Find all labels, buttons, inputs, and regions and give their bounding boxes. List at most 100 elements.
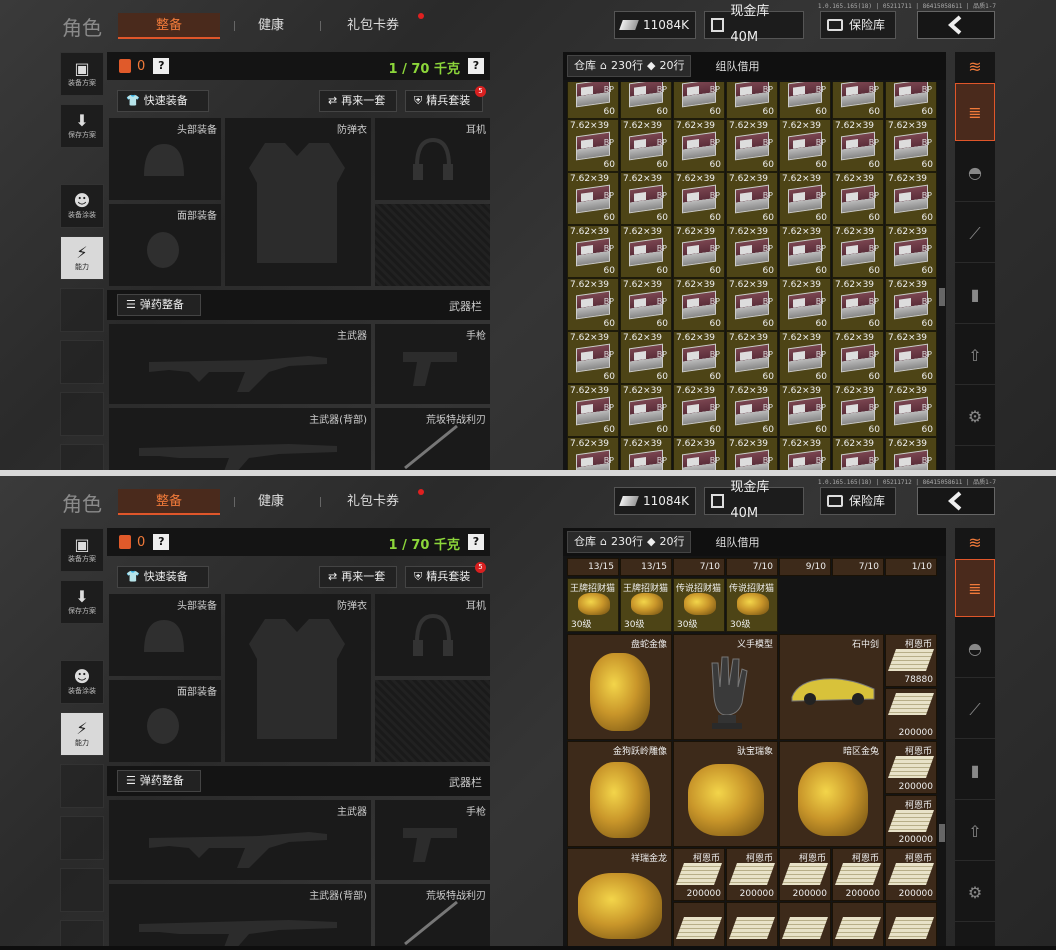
rail-stash[interactable]: ≣ [955, 83, 995, 141]
sidebar-item-paint[interactable]: ☻ 装备涂装 [60, 184, 104, 228]
ammo-item[interactable]: 7.62×39BP60 [832, 225, 884, 278]
ammo-item[interactable]: 7.62×39BP60 [673, 278, 725, 331]
tab-health[interactable]: 健康 [248, 489, 294, 515]
tab-prepare[interactable]: 整备 [118, 489, 220, 515]
safe-vault-button[interactable]: 保险库 [820, 487, 896, 515]
rail-bullet[interactable]: ⇧ [955, 327, 995, 385]
coin-item[interactable]: 柯恩币 200000 [885, 795, 937, 847]
ammo-item[interactable]: 7.62×39BP60 [779, 119, 831, 172]
ammo-item[interactable]: 7.62×39BP60 [620, 119, 672, 172]
tab-health[interactable]: 健康 [248, 13, 294, 39]
back-button[interactable] [917, 11, 995, 39]
ammo-item[interactable]: 7.62×39BP60 [620, 437, 672, 470]
money-display[interactable]: 11084K [614, 11, 696, 39]
ammo-item[interactable]: 7.62×39BP60 [567, 119, 619, 172]
stash-tab[interactable]: 仓库 ⌂ 230行 ◆ 20行 [567, 55, 692, 77]
sidebar-item-loadout[interactable]: ▣ 装备方案 [60, 528, 104, 572]
slot-face[interactable]: 面部装备 [109, 204, 221, 286]
lucky-cat-item[interactable]: 王牌招财猫 30级 [620, 578, 672, 632]
coin-item[interactable]: 柯恩币 200000 [885, 741, 937, 794]
ammo-item[interactable]: 7.62×39BP60 [779, 384, 831, 437]
rail-rifle[interactable]: ⟋ [955, 681, 995, 739]
ammo-item[interactable]: 7.62×39BP60 [673, 172, 725, 225]
slot-pistol[interactable]: 手枪 [375, 324, 490, 404]
statue-item[interactable]: 石中剑 [779, 634, 884, 740]
tab-gift-cards[interactable]: 礼包卡券 [340, 13, 406, 39]
coin-item[interactable]: 柯恩币 200000 [673, 848, 725, 901]
slot-vest[interactable]: 防弹衣 [225, 118, 371, 286]
rail-gear[interactable]: ⚙ [955, 388, 995, 446]
coin-item[interactable] [885, 902, 937, 946]
ammo-item[interactable]: 7.62×39BP60 [885, 172, 937, 225]
statue-item[interactable]: 盘蛇金像 [567, 634, 672, 740]
rail-helmet[interactable]: ◓ [955, 620, 995, 678]
coin-item[interactable]: 柯恩币 200000 [726, 848, 778, 901]
ammo-item[interactable]: 7.62×39BP60 [779, 172, 831, 225]
ammo-item[interactable]: 7.62×39BP60 [726, 172, 778, 225]
slot-melee[interactable]: 荒坂特战利刃 [375, 408, 490, 470]
coin-item[interactable]: 柯恩币 200000 [779, 848, 831, 901]
ammo-item[interactable]: 7.62×39BP60 [885, 82, 937, 119]
statue-item[interactable]: 祥瑞金龙 [567, 848, 672, 946]
help-icon[interactable]: ? [468, 534, 484, 550]
ammo-item[interactable]: 7.62×39BP60 [567, 278, 619, 331]
rail-stash[interactable]: ≣ [955, 559, 995, 617]
sidebar-item-ability[interactable]: ⚡ 能力 [60, 236, 104, 280]
lucky-cat-item[interactable]: 传说招财猫 30级 [726, 578, 778, 632]
help-icon[interactable]: ? [468, 58, 484, 74]
elite-set-button[interactable]: ⛨ 精兵套装 5 [405, 562, 486, 588]
money-display[interactable]: 11084K [614, 487, 696, 515]
item-strip[interactable]: 9/10 [779, 558, 831, 576]
coin-item[interactable] [673, 902, 725, 946]
ammo-item[interactable]: 7.62×39BP60 [885, 437, 937, 470]
ammo-item[interactable]: 7.62×39BP60 [673, 225, 725, 278]
rail-magazine[interactable]: ▮ [955, 742, 995, 800]
ammo-item[interactable]: 7.62×39BP60 [885, 225, 937, 278]
ammo-item[interactable]: 7.62×39BP60 [832, 172, 884, 225]
sidebar-item-save[interactable]: ⬇ 保存方案 [60, 580, 104, 624]
rail-rifle[interactable]: ⟋ [955, 205, 995, 263]
ammo-item[interactable]: 7.62×39BP60 [673, 331, 725, 384]
ammo-item[interactable]: 7.62×39BP60 [779, 331, 831, 384]
ammo-item[interactable]: 7.62×39BP60 [726, 119, 778, 172]
stash-icon[interactable]: ≋ [955, 528, 995, 556]
statue-item[interactable]: 义手模型 [673, 634, 778, 740]
ammo-prepare-button[interactable]: ☰ 弹药整备 [117, 294, 201, 316]
again-button[interactable]: ⇄ 再来一套 [319, 566, 397, 588]
slot-primary-weapon[interactable]: 主武器 [109, 800, 371, 880]
slot-vest[interactable]: 防弹衣 [225, 594, 371, 762]
sidebar-item-ability[interactable]: ⚡ 能力 [60, 712, 104, 756]
rail-magazine[interactable]: ▮ [955, 266, 995, 324]
ammo-item[interactable]: 7.62×39BP60 [567, 331, 619, 384]
sidebar-item-save[interactable]: ⬇ 保存方案 [60, 104, 104, 148]
item-strip[interactable]: 13/15 [620, 558, 672, 576]
ammo-item[interactable]: 7.62×39BP60 [885, 278, 937, 331]
tab-prepare[interactable]: 整备 [118, 13, 220, 39]
elite-set-button[interactable]: ⛨ 精兵套装 5 [405, 86, 486, 112]
item-strip[interactable]: 1/10 [885, 558, 937, 576]
ammo-prepare-button[interactable]: ☰ 弹药整备 [117, 770, 201, 792]
ammo-item[interactable]: 7.62×39BP60 [832, 82, 884, 119]
ammo-item[interactable]: 7.62×39BP60 [832, 119, 884, 172]
cash-vault-button[interactable]: 现金库 40M [704, 4, 804, 45]
rail-bullet[interactable]: ⇧ [955, 803, 995, 861]
slot-primary-back[interactable]: 主武器(背部) [109, 884, 371, 946]
cash-vault-button[interactable]: 现金库 40M [704, 480, 804, 521]
ammo-item[interactable]: 7.62×39BP60 [620, 331, 672, 384]
lucky-cat-item[interactable]: 王牌招财猫 30级 [567, 578, 619, 632]
ammo-item[interactable]: 7.62×39BP60 [779, 278, 831, 331]
ammo-item[interactable]: 7.62×39BP60 [779, 82, 831, 119]
ammo-item[interactable]: 7.62×39BP60 [620, 225, 672, 278]
coin-item[interactable] [832, 902, 884, 946]
slot-primary-weapon[interactable]: 主武器 [109, 324, 371, 404]
coin-item[interactable] [726, 902, 778, 946]
tab-gift-cards[interactable]: 礼包卡券 [340, 489, 406, 515]
ammo-item[interactable]: 7.62×39BP60 [832, 384, 884, 437]
scrollbar[interactable] [939, 824, 945, 842]
ammo-item[interactable]: 7.62×39BP60 [779, 225, 831, 278]
ammo-item[interactable]: 7.62×39BP60 [726, 437, 778, 470]
ammo-item[interactable]: 7.62×39BP60 [885, 331, 937, 384]
statue-item[interactable]: 暗区金兔 [779, 741, 884, 847]
ammo-item[interactable]: 7.62×39BP60 [779, 437, 831, 470]
sidebar-item-paint[interactable]: ☻ 装备涂装 [60, 660, 104, 704]
